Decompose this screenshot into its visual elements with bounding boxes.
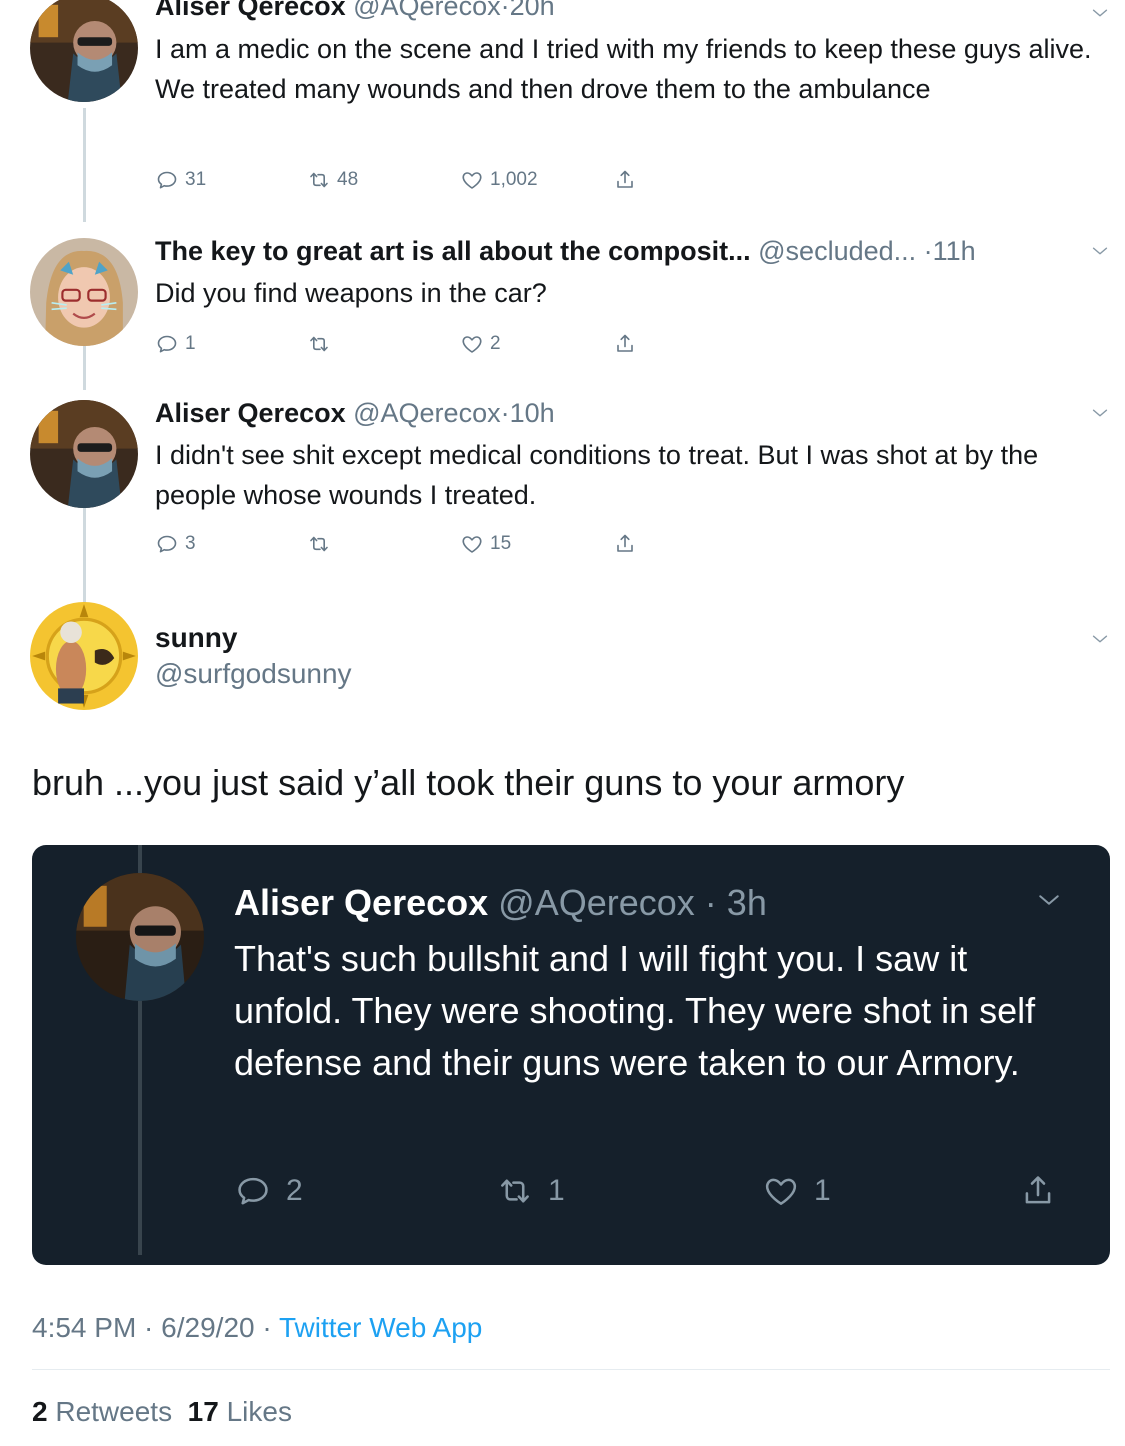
likes-stat[interactable]: 17 Likes bbox=[188, 1396, 292, 1427]
tweet-header: Aliser Qerecox @AQerecox·10h bbox=[155, 398, 555, 428]
handle[interactable]: @surfgodsunny bbox=[155, 656, 352, 692]
timestamp[interactable]: 20h bbox=[510, 0, 555, 21]
share-button[interactable] bbox=[1019, 1169, 1057, 1213]
like-count: 2 bbox=[490, 333, 501, 354]
reply-icon bbox=[155, 168, 179, 192]
tweet-actions: 2 1 1 bbox=[234, 1169, 1074, 1213]
avatar[interactable] bbox=[76, 873, 204, 1001]
tweet-header: Aliser Qerecox @AQerecox·20h bbox=[155, 0, 555, 24]
retweets-count: 2 bbox=[32, 1396, 48, 1427]
source-app-link[interactable]: Twitter Web App bbox=[279, 1312, 482, 1343]
avatar[interactable] bbox=[30, 0, 138, 102]
thread-tweet-2[interactable]: The key to great art is all about the co… bbox=[0, 222, 1125, 390]
reply-icon bbox=[155, 532, 179, 556]
handle[interactable]: @secluded... bbox=[758, 236, 916, 266]
retweet-count: 1 bbox=[548, 1174, 565, 1207]
tweet-header: Aliser Qerecox @AQerecox · 3h bbox=[234, 882, 767, 923]
chevron-down-icon[interactable] bbox=[1034, 885, 1064, 915]
retweets-stat[interactable]: 2 Retweets bbox=[32, 1396, 172, 1427]
tweet-text: That's such bullshit and I will fight yo… bbox=[234, 938, 1036, 1083]
share-button[interactable] bbox=[613, 528, 637, 560]
retweet-button[interactable] bbox=[307, 328, 337, 360]
heart-icon bbox=[460, 532, 484, 556]
retweet-icon bbox=[307, 168, 331, 192]
timestamp[interactable]: 11h bbox=[933, 236, 976, 266]
like-count: 1 bbox=[814, 1174, 831, 1207]
like-button[interactable]: 1 bbox=[762, 1169, 831, 1213]
reply-button[interactable]: 2 bbox=[234, 1169, 303, 1213]
chevron-down-icon[interactable] bbox=[1089, 402, 1111, 424]
share-icon bbox=[613, 532, 637, 556]
display-name[interactable]: sunny bbox=[155, 620, 237, 656]
retweet-icon bbox=[307, 532, 331, 556]
handle[interactable]: @AQerecox bbox=[498, 882, 695, 923]
retweet-icon bbox=[307, 332, 331, 356]
retweet-button[interactable]: 48 bbox=[307, 164, 358, 196]
reply-button[interactable]: 1 bbox=[155, 328, 196, 360]
divider bbox=[32, 1369, 1110, 1370]
tweet-text: Did you find weapons in the car? bbox=[155, 278, 547, 308]
chevron-down-icon[interactable] bbox=[1089, 628, 1111, 650]
handle[interactable]: @AQerecox bbox=[353, 0, 500, 21]
quoted-tweet-card[interactable]: Aliser Qerecox @AQerecox · 3h That's suc… bbox=[32, 845, 1110, 1265]
tweet-text: I am a medic on the scene and I tried wi… bbox=[155, 34, 1092, 104]
retweet-count: 48 bbox=[337, 169, 359, 190]
share-button[interactable] bbox=[613, 328, 637, 360]
tweet-actions: 31 48 1,002 bbox=[155, 164, 655, 196]
share-icon bbox=[1019, 1172, 1057, 1210]
share-icon bbox=[613, 332, 637, 356]
avatar[interactable] bbox=[30, 238, 138, 346]
chevron-down-icon[interactable] bbox=[1089, 240, 1111, 262]
thread-line bbox=[83, 108, 86, 222]
main-tweet-text: bruh ...you just said y’all took their g… bbox=[32, 762, 905, 803]
display-name[interactable]: Aliser Qerecox bbox=[155, 398, 346, 428]
timestamp[interactable]: 3h bbox=[727, 882, 767, 923]
display-name[interactable]: The key to great art is all about the co… bbox=[155, 236, 751, 266]
heart-icon bbox=[762, 1172, 800, 1210]
reply-button[interactable]: 31 bbox=[155, 164, 206, 196]
tweet-text: I didn't see shit except medical conditi… bbox=[155, 440, 1039, 510]
reply-count: 3 bbox=[185, 533, 196, 554]
display-name[interactable]: Aliser Qerecox bbox=[155, 0, 346, 21]
reply-button[interactable]: 3 bbox=[155, 528, 196, 560]
like-button[interactable]: 2 bbox=[460, 328, 501, 360]
chevron-down-icon[interactable] bbox=[1089, 2, 1111, 24]
handle[interactable]: @AQerecox bbox=[353, 398, 500, 428]
tweet-date[interactable]: 6/29/20 bbox=[161, 1312, 254, 1343]
retweet-button[interactable] bbox=[307, 528, 337, 560]
tweet-actions: 3 15 bbox=[155, 528, 655, 560]
thread-tweet-3[interactable]: Aliser Qerecox @AQerecox·10h I didn't se… bbox=[0, 384, 1125, 608]
like-button[interactable]: 15 bbox=[460, 528, 511, 560]
like-count: 1,002 bbox=[490, 169, 538, 190]
tweet-actions: 1 2 bbox=[155, 328, 655, 360]
timestamp[interactable]: 10h bbox=[510, 398, 555, 428]
tweet-time[interactable]: 4:54 PM bbox=[32, 1312, 136, 1343]
display-name[interactable]: Aliser Qerecox bbox=[234, 882, 488, 923]
engagement-stats: 2 Retweets 17 Likes bbox=[32, 1392, 292, 1432]
reply-icon bbox=[234, 1172, 272, 1210]
heart-icon bbox=[460, 168, 484, 192]
likes-count: 17 bbox=[187, 1396, 219, 1427]
tweet-timestamp: 4:54 PM · 6/29/20 · Twitter Web App bbox=[32, 1312, 483, 1343]
thread-line bbox=[83, 508, 86, 608]
like-count: 15 bbox=[490, 533, 512, 554]
avatar[interactable] bbox=[30, 400, 138, 508]
share-button[interactable] bbox=[613, 164, 637, 196]
share-icon bbox=[613, 168, 637, 192]
retweet-icon bbox=[496, 1172, 534, 1210]
like-button[interactable]: 1,002 bbox=[460, 164, 538, 196]
tweet-header: The key to great art is all about the co… bbox=[155, 236, 976, 266]
reply-count: 1 bbox=[185, 333, 196, 354]
thread-tweet-1[interactable]: Aliser Qerecox @AQerecox·20h I am a medi… bbox=[0, 0, 1125, 222]
reply-icon bbox=[155, 332, 179, 356]
avatar[interactable] bbox=[30, 602, 138, 710]
reply-count: 31 bbox=[185, 169, 207, 190]
retweet-button[interactable]: 1 bbox=[496, 1169, 565, 1213]
retweets-label: Retweets bbox=[55, 1396, 173, 1427]
likes-label: Likes bbox=[226, 1396, 292, 1427]
reply-count: 2 bbox=[286, 1174, 303, 1207]
heart-icon bbox=[460, 332, 484, 356]
